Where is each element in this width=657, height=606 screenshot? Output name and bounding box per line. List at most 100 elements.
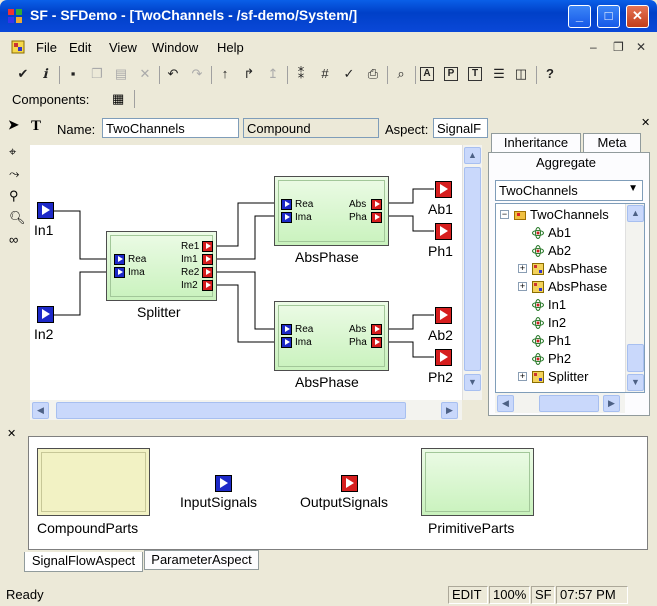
tree-item[interactable]: In2 [496,314,624,332]
tree-scroll-down-icon[interactable]: ▼ [627,374,644,391]
mdi-close-button[interactable]: ✕ [636,40,646,54]
arrow-up-right-icon[interactable]: ↱ [240,65,258,83]
splitter-port-ima[interactable] [114,267,125,278]
undo-icon[interactable]: ↶ [164,65,182,83]
tab-aggregate[interactable]: Aggregate [536,155,596,170]
tree-scroll-left-icon[interactable]: ◀ [497,395,514,412]
output-signals-icon[interactable] [341,475,358,492]
absphase-bottom-block[interactable]: Rea Ima Abs Pha [274,301,389,371]
tab-signal-flow-aspect[interactable]: SignalFlowAspect [24,552,143,572]
output-signal-ph1[interactable] [435,223,452,240]
close-button[interactable]: ✕ [626,5,649,28]
arrow-up-icon[interactable]: ↑ [216,65,234,83]
panel-close-icon[interactable]: ✕ [641,116,650,129]
menu-view[interactable]: View [109,40,137,55]
canvas-horizontal-scrollbar[interactable]: ◀ ▶ [30,400,462,420]
info-icon[interactable]: ℹ [36,65,54,83]
output-signal-ab2[interactable] [435,307,452,324]
aggregate-dropdown[interactable]: TwoChannels ▼ [495,180,643,201]
name-field[interactable]: TwoChannels [102,118,239,138]
tree-expander-icon[interactable]: + [518,372,527,381]
aspect-field[interactable]: SignalF [433,118,488,138]
splitter-port-re2[interactable] [202,267,213,278]
maximize-button[interactable]: □ [597,5,620,28]
scroll-thumb[interactable] [464,167,481,371]
print-icon[interactable]: ⎙ [364,65,382,83]
find-icon[interactable]: ⌕ [392,65,410,83]
menu-window[interactable]: Window [152,40,198,55]
input-signal-in1[interactable] [37,202,54,219]
connect-mode-icon[interactable]: ⤳ [9,166,19,182]
absphase-top-port-pha[interactable] [371,212,382,223]
text-tool-icon[interactable]: T [31,118,41,135]
output-signal-ab1[interactable] [435,181,452,198]
canvas-vertical-scrollbar[interactable]: ▲ ▼ [462,145,482,400]
tree-item[interactable]: Ph1 [496,332,624,350]
hscroll-thumb[interactable] [56,402,406,419]
zoom-icon[interactable]: 🔍︎ [9,210,26,226]
absphase-bottom-port-abs[interactable] [371,324,382,335]
tree-item[interactable]: Ph2 [496,350,624,368]
tab-meta[interactable]: Meta [583,133,641,153]
input-signals-icon[interactable] [215,475,232,492]
splitter-port-im1[interactable] [202,254,213,265]
tree-scroll-up-icon[interactable]: ▲ [627,205,644,222]
tab-parameter-aspect[interactable]: ParameterAspect [144,550,259,570]
absphase-bottom-port-ima[interactable] [281,337,292,348]
diagram-canvas[interactable]: In1 In2 Rea Ima Re1 Im1 Re2 Im2 Splitter… [30,145,462,400]
tree-expander-icon[interactable]: + [518,264,527,273]
tree-item[interactable]: + AbsPhase [496,278,624,296]
scroll-left-icon[interactable]: ◀ [32,402,49,419]
tree-scroll-right-icon[interactable]: ▶ [603,395,620,412]
layout-icon[interactable]: ☰ [490,65,508,83]
disconnect-mode-icon[interactable]: ⚲ [9,188,19,204]
connect-icon[interactable]: ⁑ [292,65,310,83]
primitive-parts-icon[interactable] [421,448,534,516]
copy-icon[interactable]: ❐ [88,65,106,83]
splitter-block[interactable]: Rea Ima Re1 Im1 Re2 Im2 [106,231,217,301]
panel-icon[interactable]: ◫ [512,65,530,83]
menu-edit[interactable]: Edit [69,40,91,55]
annotation-t-icon[interactable]: T [468,67,482,81]
check-mark-icon[interactable]: ✓ [340,65,358,83]
visualize-icon[interactable]: ∞ [9,232,18,247]
tree-scroll-thumb[interactable] [627,344,644,372]
compound-parts-icon[interactable] [37,448,150,516]
delete-icon[interactable]: ✕ [136,65,154,83]
tree-item[interactable]: Ab2 [496,242,624,260]
tree-item[interactable]: + AbsPhase [496,260,624,278]
output-signal-ph2[interactable] [435,349,452,366]
annotation-a-icon[interactable]: A [420,67,434,81]
table-icon[interactable]: ▦ [112,91,124,107]
tree-expander-icon[interactable]: + [518,282,527,291]
tree-item[interactable]: In1 [496,296,624,314]
input-signal-in2[interactable] [37,306,54,323]
check-icon[interactable]: ✔ [14,65,32,83]
tree-expander-icon[interactable]: − [500,210,509,219]
aggregate-tree[interactable]: − TwoChannels Ab1 Ab2 + AbsPhase + AbsPhase In1 I… [495,203,645,393]
absphase-top-block[interactable]: Rea Ima Abs Pha [274,176,389,246]
tab-inheritance[interactable]: Inheritance [491,133,581,153]
splitter-port-im2[interactable] [202,280,213,291]
scroll-right-icon[interactable]: ▶ [441,402,458,419]
tree-hscroll-thumb[interactable] [539,395,599,412]
absphase-bottom-port-pha[interactable] [371,337,382,348]
scroll-down-icon[interactable]: ▼ [464,374,481,391]
minimize-button[interactable]: _ [568,5,591,28]
tree-vertical-scrollbar[interactable]: ▲ ▼ [625,204,644,392]
menu-file[interactable]: File [36,40,57,55]
grid-icon[interactable]: # [316,65,334,83]
tree-item[interactable]: + Splitter [496,368,624,386]
menu-help[interactable]: Help [217,40,244,55]
document-icon[interactable] [10,39,26,55]
help-icon[interactable]: ? [541,65,559,83]
annotation-p-icon[interactable]: P [444,67,458,81]
splitter-port-rea[interactable] [114,254,125,265]
tree-item[interactable]: − TwoChannels [496,206,624,224]
zoom-select-icon[interactable]: ⌖ [9,144,16,160]
arrow-up-thin-icon[interactable]: ↥ [264,65,282,83]
paste-icon[interactable]: ▤ [112,65,130,83]
absphase-top-port-abs[interactable] [371,199,382,210]
absphase-bottom-port-rea[interactable] [281,324,292,335]
scroll-up-icon[interactable]: ▲ [464,147,481,164]
